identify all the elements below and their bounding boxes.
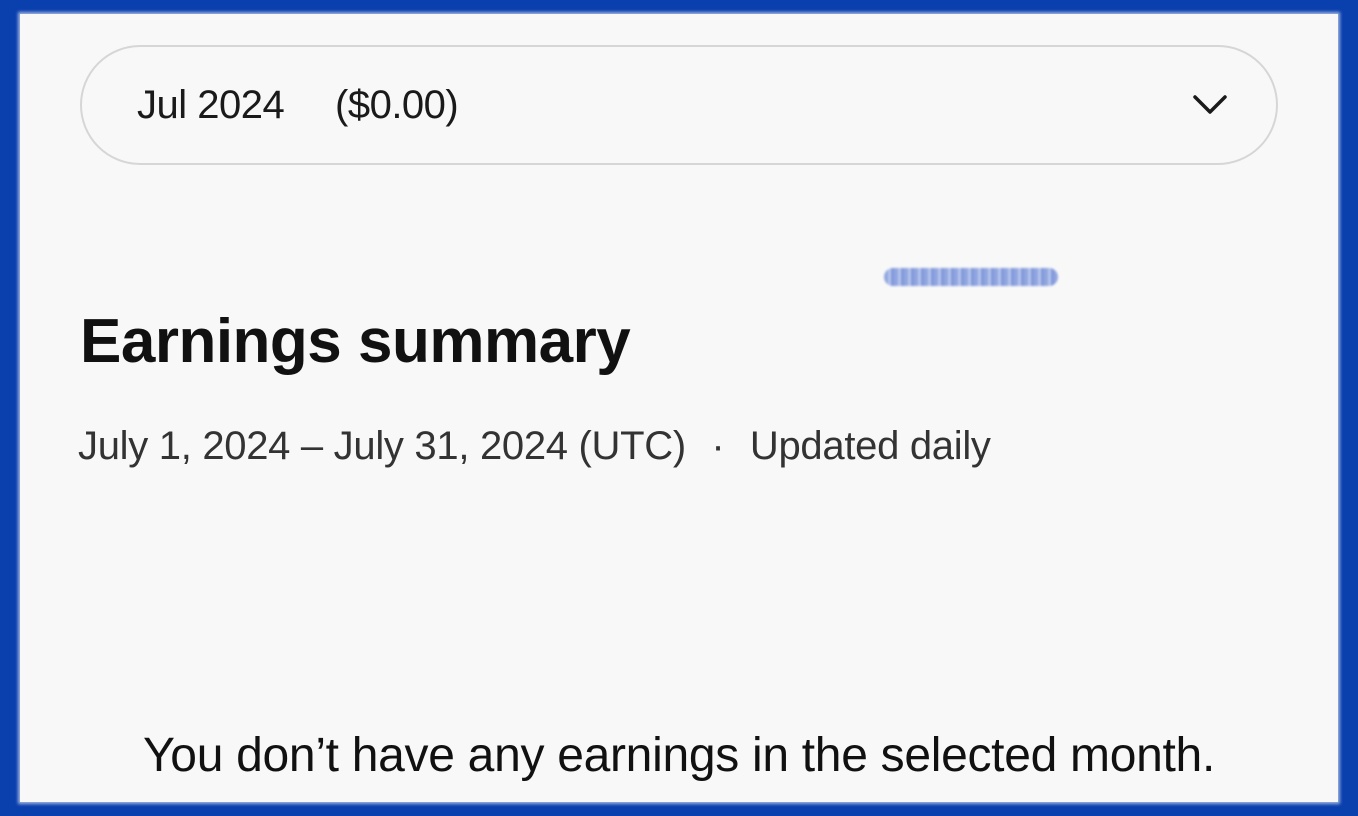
- update-frequency-text: Updated daily: [749, 424, 991, 468]
- separator-dot: ·: [711, 424, 725, 468]
- empty-state-message: You don’t have any earnings in the selec…: [143, 729, 1215, 782]
- redaction-smudge: [884, 268, 1058, 286]
- selected-month-label: Jul 2024: [137, 83, 285, 127]
- selected-month-amount: ($0.00): [335, 83, 459, 127]
- chevron-down-icon[interactable]: [1192, 91, 1228, 119]
- summary-subtitle: July 1, 2024 – July 31, 2024 (UTC) · Updat…: [78, 424, 991, 469]
- page-title: Earnings summary: [80, 307, 631, 376]
- page-frame: Jul 2024 ($0.00) Earnings summary July 1…: [0, 0, 1358, 816]
- earnings-card: Jul 2024 ($0.00) Earnings summary July 1…: [20, 14, 1338, 802]
- month-select-dropdown[interactable]: Jul 2024 ($0.00): [80, 45, 1278, 165]
- date-range-text: July 1, 2024 – July 31, 2024 (UTC): [78, 424, 686, 468]
